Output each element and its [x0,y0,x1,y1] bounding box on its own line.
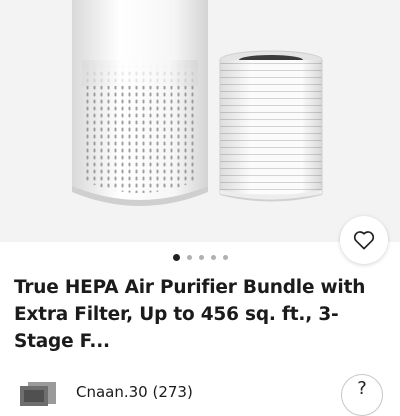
seller-info[interactable]: Cnaan.30 (273) ? [18,374,388,416]
pagination-dot[interactable] [222,255,228,260]
pagination-dot[interactable] [186,255,192,260]
product-image-gallery[interactable] [0,0,400,264]
help-button[interactable]: ? [341,374,383,416]
listing-title: True HEPA Air Purifier Bundle with Extra… [14,277,366,352]
pagination-dot[interactable] [198,255,204,260]
image-pagination-dots [0,254,400,261]
heart-outline-icon [353,231,375,250]
product-photo [72,0,323,206]
seller-avatar [20,382,56,406]
seller-name-rating[interactable]: Cnaan.30 (273) [76,383,193,401]
question-mark-icon: ? [357,378,367,399]
pagination-dot[interactable] [172,254,180,261]
pagination-dot[interactable] [210,255,216,260]
